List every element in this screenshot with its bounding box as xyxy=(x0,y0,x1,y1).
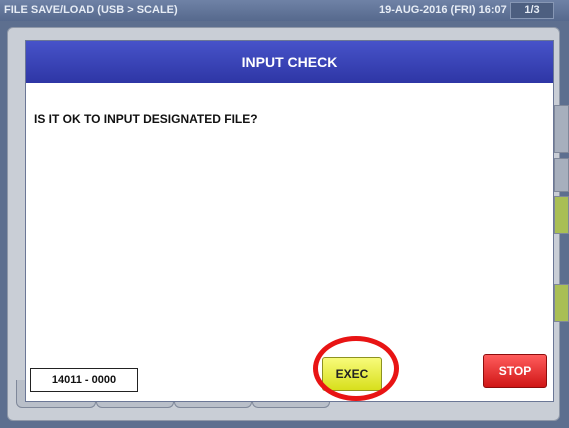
page-indicator: 1/3 xyxy=(510,2,554,19)
dialog-message: IS IT OK TO INPUT DESIGNATED FILE? xyxy=(34,112,258,126)
screen-title: FILE SAVE/LOAD (USB > SCALE) xyxy=(4,4,178,16)
background-side-button xyxy=(554,158,569,192)
file-range-field: 14011 - 0000 xyxy=(30,368,138,392)
screen-title-bar: FILE SAVE/LOAD (USB > SCALE) 19-AUG-2016… xyxy=(0,0,569,21)
input-check-dialog: INPUT CHECK IS IT OK TO INPUT DESIGNATED… xyxy=(25,40,554,402)
dialog-title: INPUT CHECK xyxy=(26,41,553,83)
background-side-button xyxy=(554,105,569,153)
background-side-button xyxy=(554,284,569,322)
highlight-ring-annotation xyxy=(313,336,399,401)
stop-button[interactable]: STOP xyxy=(483,354,547,388)
background-side-button xyxy=(554,196,569,234)
datetime: 19-AUG-2016 (FRI) 16:07 xyxy=(379,4,507,16)
